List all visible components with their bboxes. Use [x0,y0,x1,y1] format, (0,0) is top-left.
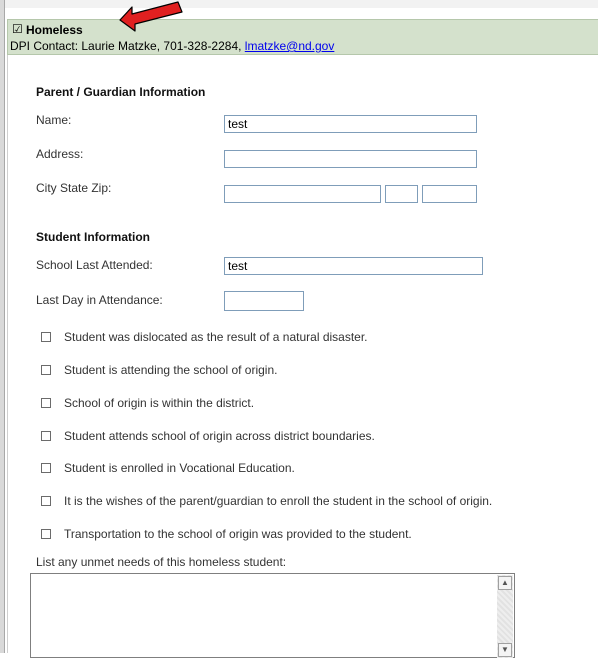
dpi-contact: DPI Contact: Laurie Matzke, 701-328-2284… [10,39,334,53]
parent-name-input[interactable]: test [224,115,477,133]
red-arrow-icon [119,1,183,32]
scroll-up-icon[interactable]: ▲ [498,576,512,590]
unmet-needs-textarea[interactable]: ▲ ▼ [30,573,515,658]
checkbox-label-parent-wishes: It is the wishes of the parent/guardian … [64,494,493,508]
parent-address-input[interactable] [224,150,477,168]
homeless-checkbox[interactable]: ☑ [12,22,23,36]
dpi-contact-text: DPI Contact: Laurie Matzke, 701-328-2284… [10,39,245,53]
textarea-scrollbar[interactable]: ▲ ▼ [497,575,513,658]
checkbox-label-transportation: Transportation to the school of origin w… [64,527,412,541]
window-left-edge [0,0,5,653]
city-input[interactable] [224,185,381,203]
zip-input[interactable] [422,185,477,203]
state-input[interactable] [385,185,418,203]
checkbox-label-attending-origin: Student is attending the school of origi… [64,363,278,377]
last-day-label: Last Day in Attendance: [36,293,163,307]
scroll-down-icon[interactable]: ▼ [498,643,512,657]
homeless-header: ☑ Homeless DPI Contact: Laurie Matzke, 7… [7,19,598,55]
homeless-title: Homeless [26,23,83,37]
checkbox-transportation[interactable] [41,529,51,539]
student-info-heading: Student Information [36,230,150,244]
homeless-form-panel: Parent / Guardian Information Name: test… [7,55,598,653]
checkbox-within-district[interactable] [41,398,51,408]
contact-email-link[interactable]: lmatzke@nd.gov [245,39,335,53]
checkbox-label-within-district: School of origin is within the district. [64,396,255,410]
checkbox-label-vocational: Student is enrolled in Vocational Educat… [64,461,295,475]
address-label: Address: [36,147,84,161]
unmet-needs-label: List any unmet needs of this homeless st… [36,555,287,569]
school-last-attended-input[interactable]: test [224,257,483,275]
parent-guardian-heading: Parent / Guardian Information [36,85,206,99]
checkbox-parent-wishes[interactable] [41,496,51,506]
checkbox-label-across-boundaries: Student attends school of origin across … [64,429,375,443]
window-top-edge [0,0,598,8]
checkbox-vocational[interactable] [41,463,51,473]
name-label: Name: [36,113,72,127]
checkbox-across-boundaries[interactable] [41,431,51,441]
checkbox-natural-disaster[interactable] [41,332,51,342]
checkbox-attending-origin[interactable] [41,365,51,375]
checkbox-label-natural-disaster: Student was dislocated as the result of … [64,330,368,344]
last-day-input[interactable] [224,291,304,311]
school-last-attended-label: School Last Attended: [36,258,153,272]
city-state-zip-label: City State Zip: [36,181,112,195]
